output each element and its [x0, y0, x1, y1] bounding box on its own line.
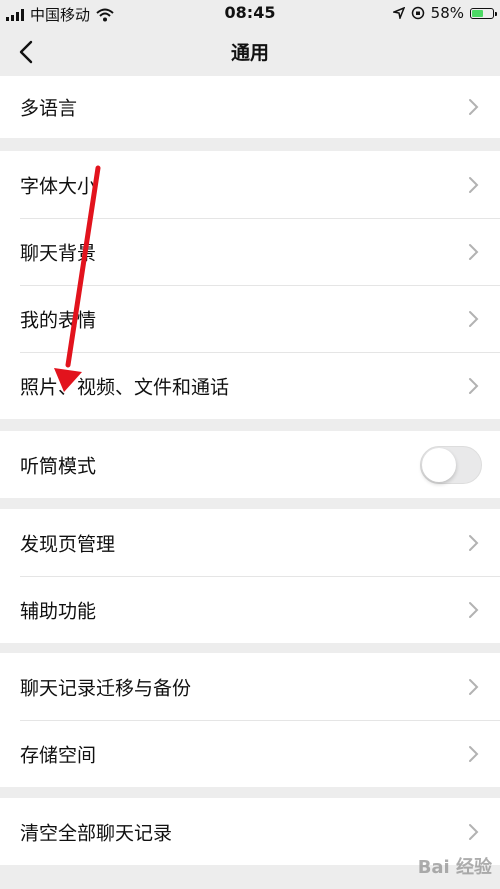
row-font-size[interactable]: 字体大小: [0, 151, 500, 218]
settings-group-storage: 聊天记录迁移与备份 存储空间: [0, 653, 500, 787]
row-label: 字体大小: [20, 175, 97, 197]
row-label: 聊天记录迁移与备份: [20, 677, 192, 699]
row-label: 存储空间: [20, 744, 97, 766]
chevron-right-icon: [469, 99, 479, 115]
chevron-right-icon: [469, 745, 479, 762]
row-earpiece-mode: 听筒模式: [0, 431, 500, 498]
status-bar: 中国移动 08:45 58%: [0, 0, 500, 28]
row-discover-management[interactable]: 发现页管理: [0, 509, 500, 576]
page-title: 通用: [230, 42, 269, 64]
row-chat-history-migration[interactable]: 聊天记录迁移与备份: [0, 653, 500, 720]
row-storage-space[interactable]: 存储空间: [0, 720, 500, 787]
row-label: 辅助功能: [20, 600, 97, 622]
rotation-lock-icon: [411, 6, 424, 20]
row-label: 清空全部聊天记录: [20, 822, 173, 844]
row-language[interactable]: 多语言: [0, 76, 500, 138]
battery-icon: [470, 7, 497, 19]
row-chat-background[interactable]: 聊天背景: [0, 218, 500, 285]
chevron-right-icon: [469, 243, 479, 260]
row-label: 发现页管理: [20, 533, 116, 555]
row-label: 我的表情: [20, 309, 97, 331]
settings-group-display: 字体大小 聊天背景 我的表情 照片、视频、文件和通话: [0, 151, 500, 419]
settings-group-earpiece: 听筒模式: [0, 431, 500, 498]
row-label: 听筒模式: [20, 455, 97, 477]
watermark: Bai 经验: [417, 857, 492, 878]
toggle-knob: [422, 447, 456, 482]
row-label: 照片、视频、文件和通话: [20, 376, 230, 398]
nav-bar: 通用: [0, 28, 500, 76]
row-label: 聊天背景: [20, 242, 97, 264]
battery-percent: 58%: [430, 4, 464, 22]
row-photos-videos-files-calls[interactable]: 照片、视频、文件和通话: [0, 352, 500, 419]
location-icon: [392, 7, 405, 19]
chevron-right-icon: [469, 310, 479, 327]
chevron-right-icon: [469, 377, 479, 394]
chevron-right-icon: [469, 176, 479, 193]
chevron-right-icon: [469, 534, 479, 551]
chevron-right-icon: [469, 601, 479, 618]
row-label: 多语言: [20, 97, 78, 120]
earpiece-mode-toggle[interactable]: [420, 445, 482, 484]
chevron-right-icon: [469, 678, 479, 695]
chevron-right-icon: [469, 823, 479, 840]
row-accessibility[interactable]: 辅助功能: [0, 576, 500, 643]
settings-group-language: 多语言: [0, 76, 500, 138]
settings-group-features: 发现页管理 辅助功能: [0, 509, 500, 643]
row-my-stickers[interactable]: 我的表情: [0, 285, 500, 352]
